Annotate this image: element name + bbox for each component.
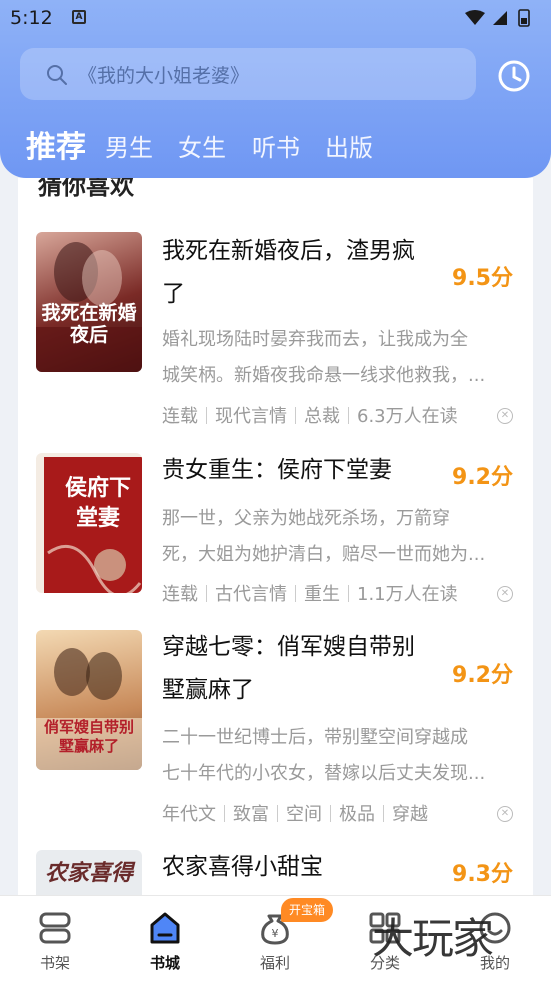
book-title: 贵女重生：侯府下堂妻 [162, 449, 462, 492]
book-desc-line: 婚礼现场陆时晏弃我而去，让我成为全 [162, 329, 468, 350]
search-bar[interactable]: 《我的大小姐老婆》 [20, 48, 476, 100]
book-desc-line: 死，大姐为她护清白，赔尽一世而她为... [162, 544, 486, 565]
recommend-card: 猜你喜欢 我死在新婚夜后 我死在新婚夜后，渣男疯 了 9.5分 婚礼现场陆时晏弃… [18, 178, 533, 898]
book-score: 9.5分 [452, 266, 513, 291]
book-desc-line: 二十一世纪博士后，带别墅空间穿越成 [162, 727, 468, 748]
book-title: 我死在新婚夜后，渣男疯 了 [162, 230, 442, 316]
book-tag: 空间 [286, 804, 322, 825]
book-tag: 连载 [162, 406, 198, 427]
book-title: 农家喜得小甜宝 [162, 846, 462, 889]
cover-title: 俏军嫂自带别墅赢麻了 [43, 718, 134, 755]
tag-divider [383, 805, 384, 822]
nav-bookshelf[interactable]: 书架 [15, 896, 95, 982]
book-tag: 重生 [304, 584, 340, 605]
history-clock-icon[interactable] [497, 59, 531, 93]
svg-text:¥: ¥ [272, 927, 279, 940]
book-tag: 年代文 [162, 804, 216, 825]
status-bar: 5:12 A [0, 0, 551, 36]
bookstore-icon [150, 912, 180, 944]
book-title-line: 贵女重生：侯府下堂妻 [162, 457, 392, 483]
tab-female[interactable]: 女生 [178, 128, 226, 163]
tag-divider [330, 805, 331, 822]
book-tag: 现代言情 [215, 406, 287, 427]
book-desc-line: 七十年代的小农女，替嫁以后丈夫发现... [162, 763, 486, 784]
tab-recommend[interactable]: 推荐 [26, 122, 86, 166]
tab-audiobook[interactable]: 听书 [252, 128, 300, 163]
book-tags: 连载 现代言情 总裁 6.3万人在读 [162, 402, 502, 430]
tab-male[interactable]: 男生 [105, 128, 153, 163]
book-cover[interactable]: 农家喜得 [36, 850, 142, 898]
category-tabs: 推荐 男生 女生 听书 出版 [0, 118, 551, 166]
book-title-line: 农家喜得小甜宝 [162, 854, 323, 880]
nav-bookstore[interactable]: 书城 [125, 896, 205, 982]
book-desc-line: 那一世，父亲为她战死杀场，万箭穿 [162, 508, 450, 529]
tag-divider [348, 585, 349, 602]
book-desc: 二十一世纪博士后，带别墅空间穿越成 七十年代的小农女，替嫁以后丈夫发现... [162, 720, 516, 792]
book-cover[interactable]: 俏军嫂自带别墅赢麻了 [36, 630, 142, 770]
tab-published[interactable]: 出版 [325, 128, 373, 163]
tag-divider [295, 407, 296, 424]
cover-title: 侯府下堂妻 [64, 475, 131, 531]
book-tag: 穿越 [392, 804, 428, 825]
book-title-line: 了 [162, 281, 185, 307]
dismiss-icon[interactable]: ✕ [497, 408, 513, 424]
book-tags: 年代文 致富 空间 极品 穿越 [162, 800, 502, 828]
status-time: 5:12 [10, 7, 53, 29]
book-desc-line: 城笑柄。新婚夜我命悬一线求他救我，... [162, 365, 486, 386]
signal-battery-icons [465, 9, 530, 27]
book-score: 9.2分 [452, 465, 513, 490]
book-cover[interactable]: 侯府下堂妻 [36, 453, 142, 593]
book-tag: 古代言情 [215, 584, 287, 605]
book-tag: 极品 [339, 804, 375, 825]
book-tag: 连载 [162, 584, 198, 605]
book-title-line: 我死在新婚夜后，渣男疯 [162, 238, 415, 264]
nav-label: 福利 [259, 954, 290, 972]
header: 5:12 A 《我的大小姐老婆》 推荐 男生 女生 听书 出版 [0, 0, 551, 178]
book-tag: 6.3万人在读 [357, 406, 458, 427]
book-tags: 连载 古代言情 重生 1.1万人在读 [162, 580, 502, 608]
book-score: 9.2分 [452, 663, 513, 688]
tag-divider [206, 407, 207, 424]
book-tag: 总裁 [304, 406, 340, 427]
cover-title: 我死在新婚夜后 [41, 302, 137, 346]
nav-label: 书城 [149, 954, 180, 972]
tag-divider [224, 805, 225, 822]
cover-title: 农家喜得 [44, 860, 133, 886]
book-title-line: 穿越七零：俏军嫂自带别 [162, 634, 415, 660]
search-placeholder: 《我的大小姐老婆》 [78, 65, 250, 87]
nav-label: 书架 [39, 954, 70, 972]
dismiss-icon[interactable]: ✕ [497, 806, 513, 822]
dismiss-icon[interactable]: ✕ [497, 586, 513, 602]
bookshelf-icon [39, 912, 71, 944]
book-desc: 那一世，父亲为她战死杀场，万箭穿 死，大姐为她护清白，赔尽一世而她为... [162, 501, 516, 573]
watermark-logo: 大玩家 [372, 914, 494, 963]
tag-divider [277, 805, 278, 822]
book-tag: 1.1万人在读 [357, 584, 458, 605]
book-tag: 致富 [233, 804, 269, 825]
treasure-box-badge[interactable]: 开宝箱 [281, 898, 334, 922]
book-cover[interactable]: 我死在新婚夜后 [36, 232, 142, 372]
book-desc: 婚礼现场陆时晏弃我而去，让我成为全 城笑柄。新婚夜我命悬一线求他救我，... [162, 322, 516, 394]
search-icon [47, 65, 67, 85]
tag-divider [206, 585, 207, 602]
status-notification-icon: A [72, 10, 86, 24]
book-title-line: 墅赢麻了 [162, 677, 254, 703]
book-title: 穿越七零：俏军嫂自带别 墅赢麻了 [162, 626, 442, 712]
book-score: 9.3分 [452, 862, 513, 887]
tag-divider [295, 585, 296, 602]
tag-divider [348, 407, 349, 424]
section-title: 猜你喜欢 [38, 178, 134, 200]
